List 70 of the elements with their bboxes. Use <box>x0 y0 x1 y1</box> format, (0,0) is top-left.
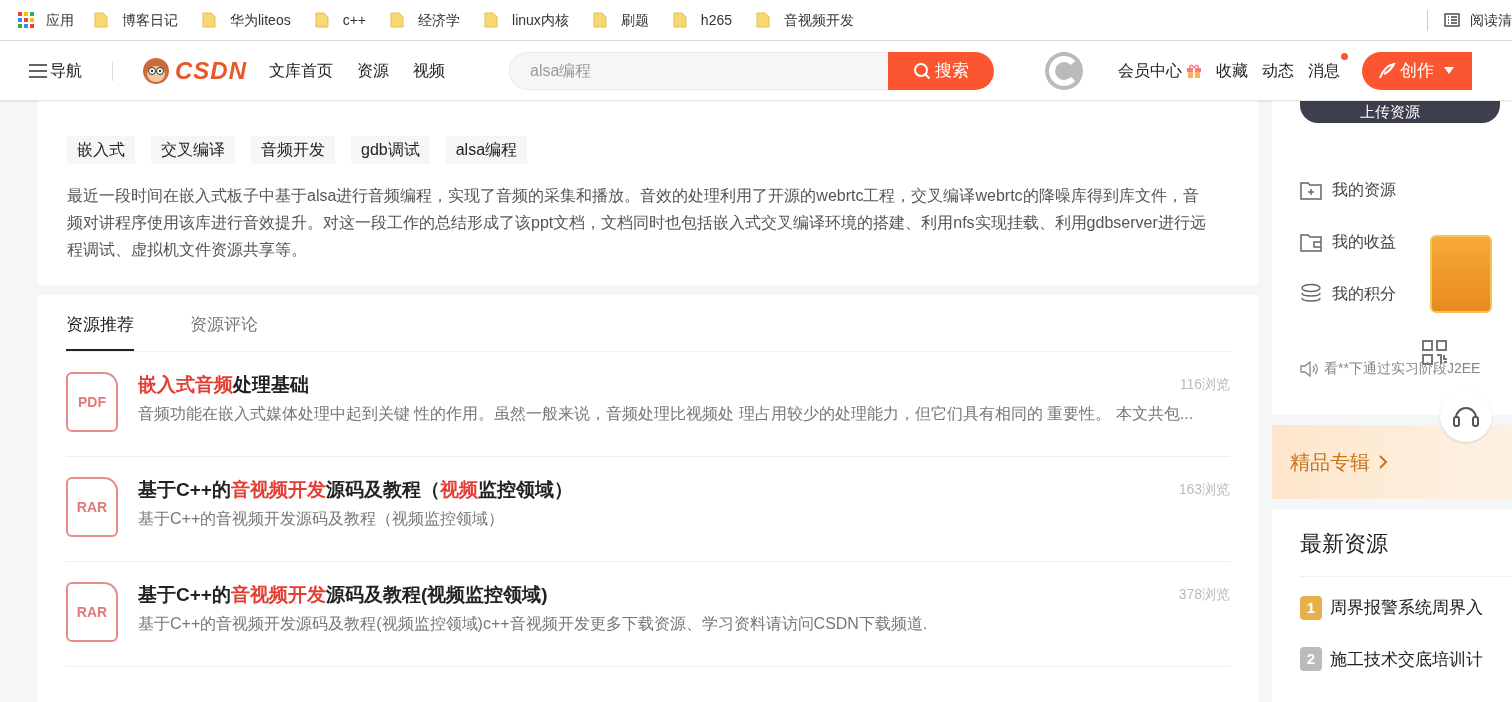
tab[interactable]: 资源推荐 <box>66 295 134 351</box>
logo[interactable]: CSDN <box>141 52 247 89</box>
gift-icon <box>1186 62 1202 79</box>
bookmark[interactable]: 华为liteos <box>202 9 291 31</box>
nav-link[interactable]: 文库首页 <box>269 58 333 83</box>
chevron-right-icon <box>1378 454 1388 470</box>
sidebar-link[interactable]: 我的资源 <box>1300 178 1512 202</box>
reading-list-button[interactable]: 阅读清 <box>1427 9 1512 31</box>
monkey-icon <box>141 56 171 85</box>
bookmark[interactable]: 音视频开发 <box>756 9 854 31</box>
list-icon <box>1444 13 1460 27</box>
coins-icon <box>1300 283 1322 305</box>
resource-title[interactable]: 嵌入式音频处理基础 <box>138 372 1180 398</box>
tag[interactable]: 嵌入式 <box>67 136 135 164</box>
folder-plus-icon <box>1300 180 1322 200</box>
folder-icon <box>390 12 405 28</box>
nav-menu-button[interactable]: 导航 <box>28 58 82 83</box>
view-count: 116浏览 <box>1179 375 1230 394</box>
header-link[interactable]: 收藏 <box>1216 58 1248 83</box>
tab[interactable]: 资源评论 <box>190 295 258 351</box>
view-count: 163浏览 <box>1178 480 1230 499</box>
pen-icon <box>1378 61 1396 80</box>
description: 最近一段时间在嵌入式板子中基于alsa进行音频编程，实现了音频的采集和播放。音效的处理利用了开源的webrtc工程，交叉编译webrtc的降噪库得到库文件，音频对讲程序使用该库进行音效提升。对这一段工作的总结形成了该ppt文档，文档同时也包括嵌入式交叉编译环境的搭建、利用nfs实现挂载、利用gdbserver进行远程调试、虚拟机文件资源共享等。 <box>67 186 1207 260</box>
folder-icon <box>94 12 108 28</box>
menu-icon <box>28 62 48 79</box>
folder-icon <box>314 12 329 28</box>
bookmark[interactable]: 刷题 <box>592 9 649 31</box>
resource-title[interactable]: 基于C++的音视频开发源码及教程（视频监控领域） <box>138 477 1179 503</box>
wallet-icon <box>1300 232 1322 252</box>
resource-summary: 音频功能在嵌入式媒体处理中起到关键 性的作用。虽然一般来说，音频处理比视频处 理占用较少的处理能力，但它们具有相同的 重要性。 本文共包... <box>138 404 1195 424</box>
tag[interactable]: alsa编程 <box>445 136 528 164</box>
folder-icon <box>756 12 770 28</box>
search-icon <box>913 61 931 80</box>
speaker-icon <box>1300 360 1318 377</box>
nav-link[interactable]: 视频 <box>413 58 445 83</box>
tag[interactable]: 交叉编译 <box>151 136 235 164</box>
header-link[interactable]: 会员中心 <box>1118 58 1202 83</box>
search-field[interactable]: alsa编程 <box>509 51 888 90</box>
bookmark[interactable]: 经济学 <box>390 9 461 31</box>
section-title: 最新资源 <box>1300 527 1512 577</box>
tag[interactable]: 音频开发 <box>251 136 335 164</box>
folder-icon <box>484 12 499 28</box>
nav-link[interactable]: 资源 <box>357 58 389 83</box>
header-link[interactable]: 消息 <box>1308 52 1348 89</box>
sidebar-link[interactable]: 我的积分 <box>1300 282 1512 306</box>
header-link[interactable]: 动态 <box>1262 58 1294 83</box>
tag[interactable]: gdb调试 <box>351 136 430 164</box>
caret-icon <box>1444 66 1454 75</box>
view-count: 378浏览 <box>1178 585 1230 604</box>
bookmark[interactable]: c++ <box>314 9 367 31</box>
apps-shortcut[interactable]: 应用 <box>18 9 74 31</box>
rank-badge: 2 <box>1300 647 1322 672</box>
resource-title[interactable]: 基于C++的音视频开发源码及教程(视频监控领域) <box>138 582 1179 608</box>
sidebar-link[interactable]: 我的收益 <box>1300 230 1512 254</box>
file-type-icon: RAR <box>66 477 118 537</box>
file-type-icon: RAR <box>66 582 118 642</box>
folder-icon <box>592 12 607 28</box>
latest-resource-link[interactable]: 1 周界报警系统周界入 <box>1300 595 1512 621</box>
resource-summary: 基于C++的音视频开发源码及教程（视频监控领域） <box>138 509 506 529</box>
upload-button[interactable]: 上传资源 <box>1300 101 1500 123</box>
apps-grid-icon <box>18 12 34 28</box>
bookmark[interactable]: linux内核 <box>484 9 569 31</box>
file-type-icon: PDF <box>66 372 118 432</box>
bookmark[interactable]: 博客日记 <box>94 9 178 31</box>
latest-resource-link[interactable]: 2 施工技术交底培训计 <box>1300 646 1512 672</box>
folder-icon <box>672 12 687 28</box>
rank-badge: 1 <box>1300 595 1322 620</box>
folder-icon <box>202 12 216 28</box>
bookmark[interactable]: h265 <box>672 9 732 31</box>
resource-summary: 基于C++的音视频开发源码及教程(视频监控领域)c++音视频开发更多下载资源、学习资料请访问CSDN下载频道. <box>138 614 929 634</box>
